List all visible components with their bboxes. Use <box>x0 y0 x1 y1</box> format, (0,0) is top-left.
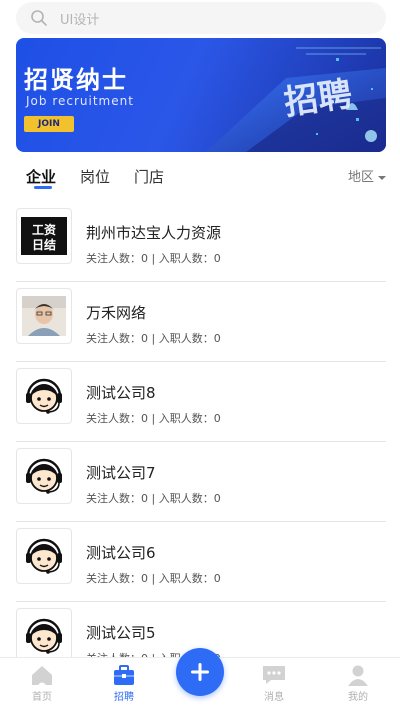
company-stats: 关注人数：0 | 入职人数：0 <box>86 412 221 425</box>
category-tabs: 企业 岗位 门店 地区 <box>0 160 400 196</box>
svg-text:工资: 工资 <box>32 222 56 237</box>
nav-mine-label: 我的 <box>348 692 368 703</box>
company-name: 万禾网络 <box>86 304 147 322</box>
company-stats: 关注人数：0 | 入职人数：0 <box>86 252 221 265</box>
search-icon <box>31 10 47 26</box>
recruitment-banner[interactable]: 招聘 招贤纳士 Job recruitment JOIN <box>16 38 386 152</box>
company-logo <box>16 368 72 424</box>
company-name: 测试公司5 <box>86 624 156 642</box>
tab-company[interactable]: 企业 <box>26 166 56 187</box>
chat-icon <box>263 666 285 684</box>
nav-messages[interactable]: 消息 <box>244 658 304 710</box>
banner-subtitle: Job recruitment <box>26 94 134 108</box>
plus-icon <box>191 663 209 681</box>
company-stats: 关注人数：0 | 入职人数：0 <box>86 572 221 585</box>
headset-avatar-icon <box>26 458 62 494</box>
company-name: 测试公司6 <box>86 544 156 562</box>
tab-store[interactable]: 门店 <box>134 166 164 187</box>
list-item[interactable]: 测试公司7 关注人数：0 | 入职人数：0 <box>0 442 400 522</box>
briefcase-icon <box>114 665 134 685</box>
banner-illustration: 招聘 <box>206 47 386 152</box>
active-tab-indicator <box>34 186 52 189</box>
headset-avatar-icon <box>26 618 62 654</box>
add-button[interactable] <box>176 648 224 696</box>
company-logo <box>16 288 72 344</box>
nav-home[interactable]: 首页 <box>12 658 72 710</box>
user-icon <box>348 665 368 686</box>
tab-position[interactable]: 岗位 <box>80 166 110 187</box>
company-name: 测试公司7 <box>86 464 156 482</box>
home-icon <box>32 666 52 685</box>
list-item[interactable]: 测试公司8 关注人数：0 | 入职人数：0 <box>0 362 400 442</box>
search-input[interactable]: UI设计 <box>60 9 99 28</box>
person-photo <box>22 296 66 336</box>
nav-messages-label: 消息 <box>264 692 284 703</box>
company-logo <box>16 528 72 584</box>
company-logo: 工资 日结 <box>16 208 72 264</box>
company-name: 测试公司8 <box>86 384 156 402</box>
caret-down-icon <box>378 175 386 180</box>
list-item[interactable]: 工资 日结 荆州市达宝人力资源 关注人数：0 | 入职人数：0 <box>0 202 400 282</box>
company-logo <box>16 608 72 664</box>
list-item[interactable]: 测试公司6 关注人数：0 | 入职人数：0 <box>0 522 400 602</box>
banner-title: 招贤纳士 <box>24 66 128 94</box>
headset-avatar-icon <box>26 378 62 414</box>
company-logo <box>16 448 72 504</box>
company-stats: 关注人数：0 | 入职人数：0 <box>86 332 221 345</box>
list-item[interactable]: 万禾网络 关注人数：0 | 入职人数：0 <box>0 282 400 362</box>
search-bar[interactable]: UI设计 <box>16 2 386 34</box>
company-name: 荆州市达宝人力资源 <box>86 224 222 242</box>
nav-recruit[interactable]: 招聘 <box>94 658 154 710</box>
nav-mine[interactable]: 我的 <box>328 658 388 710</box>
nav-home-label: 首页 <box>32 692 52 703</box>
join-button[interactable]: JOIN <box>24 116 74 132</box>
headset-avatar-icon <box>26 538 62 574</box>
company-stats: 关注人数：0 | 入职人数：0 <box>86 492 221 505</box>
region-filter[interactable]: 地区 <box>348 166 386 185</box>
gongzi-rijie-logo-icon: 工资 日结 <box>21 217 67 255</box>
svg-text:日结: 日结 <box>32 237 56 252</box>
region-label: 地区 <box>347 170 374 185</box>
nav-recruit-label: 招聘 <box>114 692 134 703</box>
